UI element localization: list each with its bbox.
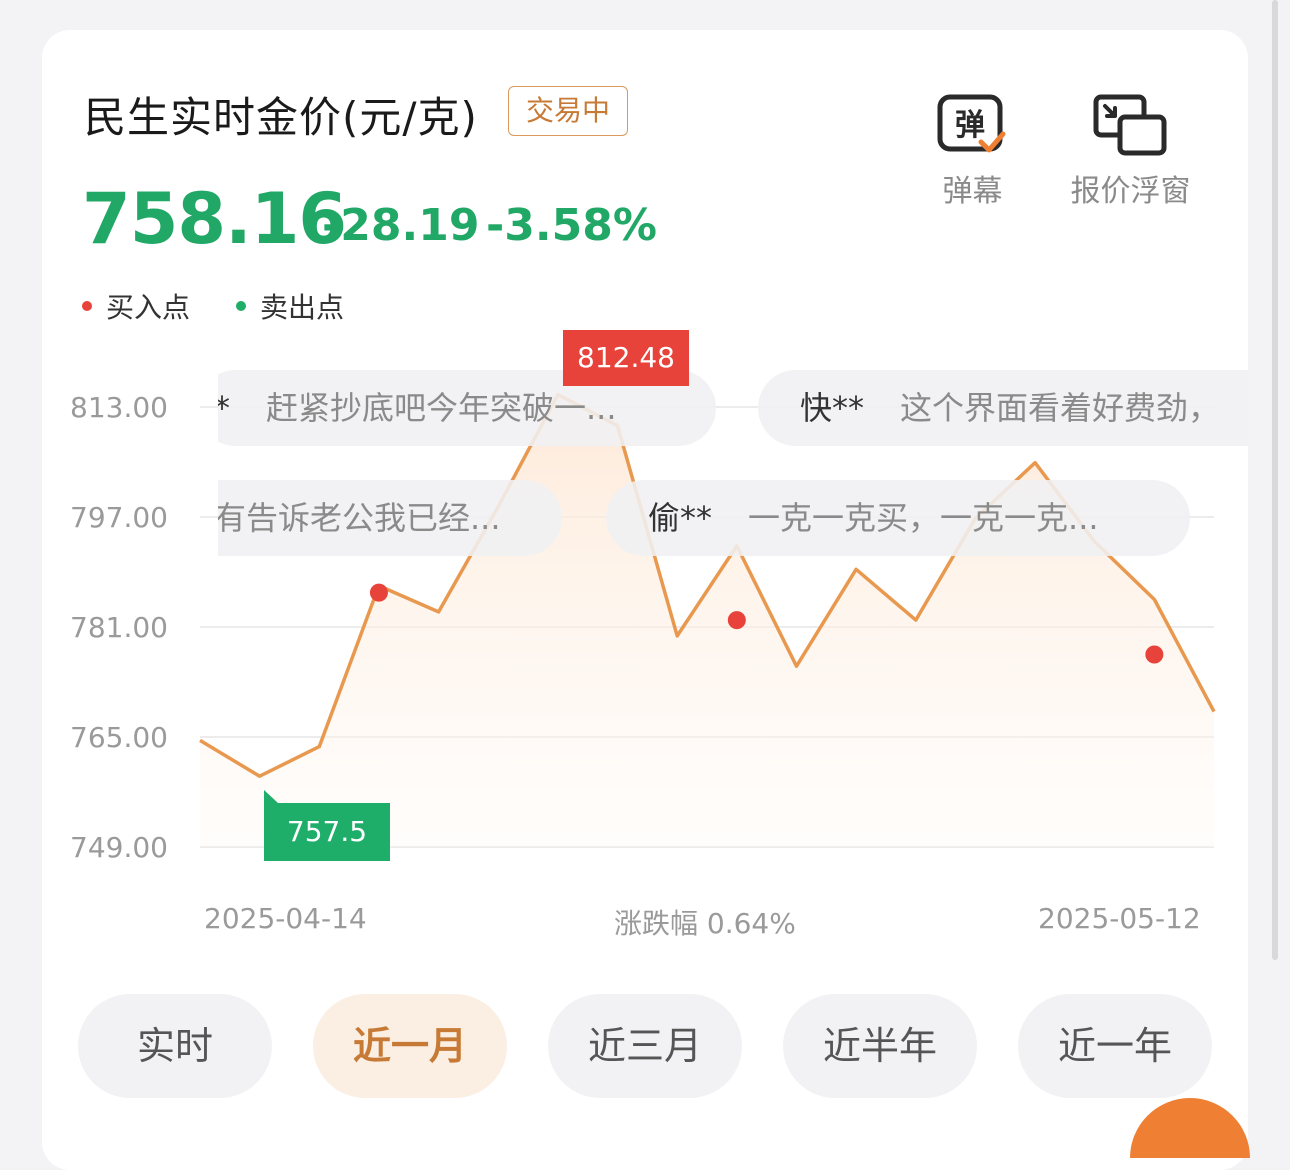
buy-point-marker[interactable] xyxy=(727,611,746,630)
period-tabs: 实时 近一月 近三月 近半年 近一年 xyxy=(0,994,1290,1098)
range-change-label: 涨跌幅 0.64% xyxy=(614,907,796,940)
danmu-user: 偷** xyxy=(648,499,713,537)
tab-realtime[interactable]: 实时 xyxy=(78,994,272,1098)
buy-point-marker[interactable] xyxy=(369,583,388,602)
danmu-bubble[interactable]: 偷** 一克一克买，一克一克... xyxy=(606,480,1190,556)
y-tick-label: 749.00 xyxy=(70,831,168,864)
high-price-tag: 812.48 xyxy=(563,330,689,386)
tab-one-year[interactable]: 近一年 xyxy=(1018,994,1212,1098)
y-tick-label: 813.00 xyxy=(70,391,168,424)
x-axis-end-label: 2025-05-12 xyxy=(1038,902,1201,935)
low-price-tag: 757.5 xyxy=(264,803,390,861)
y-tick-label: 797.00 xyxy=(70,501,168,534)
y-tick-label: 765.00 xyxy=(70,721,168,754)
buy-point-marker[interactable] xyxy=(1145,645,1164,664)
danmu-text: 一克一克买，一克一克... xyxy=(748,499,1099,537)
danmu-text: 赶紧抄底吧今年突破一... xyxy=(266,389,617,427)
tab-one-month[interactable]: 近一月 xyxy=(313,994,507,1098)
tab-half-year[interactable]: 近半年 xyxy=(783,994,977,1098)
danmu-text: 这个界面看着好费劲， xyxy=(900,389,1221,427)
danmu-bubble[interactable]: 有告诉老公我已经... xyxy=(218,480,562,556)
price-chart[interactable]: 813.00 797.00 781.00 765.00 749.00 xyxy=(0,0,1290,1147)
y-tick-label: 781.00 xyxy=(70,611,168,644)
tab-three-months[interactable]: 近三月 xyxy=(548,994,742,1098)
danmu-layer: ** 赶紧抄底吧今年突破一... 快** 这个界面看着好费劲， 有告诉老公我已经..… xyxy=(218,360,1248,570)
x-axis-start-label: 2025-04-14 xyxy=(204,902,367,935)
danmu-bubble[interactable]: 快** 这个界面看着好费劲， xyxy=(758,370,1248,446)
danmu-text: 有告诉老公我已经... xyxy=(218,499,501,537)
danmu-user: 快** xyxy=(800,389,865,427)
danmu-user: ** xyxy=(218,389,230,427)
